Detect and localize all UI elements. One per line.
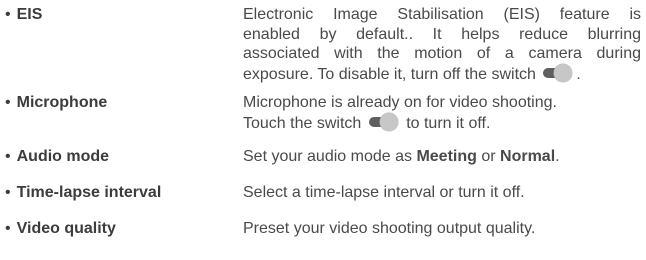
audio-mode-description: Set your audio mode as Meeting or Normal… xyxy=(243,147,641,167)
desc-text: Touch the switch xyxy=(243,114,362,132)
option-normal: Normal xyxy=(500,148,556,165)
desc-text: to turn it off. xyxy=(406,114,491,132)
desc-line: Microphone is already on for video shoot… xyxy=(243,94,557,111)
bullet: • xyxy=(5,220,11,237)
bullet: • xyxy=(5,94,11,111)
toggle-switch-icon xyxy=(542,63,574,82)
desc-line-with-switch: Touch the switch to turn it off. xyxy=(243,112,641,134)
eis-term: • EIS xyxy=(5,5,42,25)
term-label: EIS xyxy=(16,6,43,23)
desc-text: . xyxy=(555,148,560,165)
term-label: Time-lapse interval xyxy=(16,184,162,201)
term-label: Video quality xyxy=(16,220,116,237)
bullet: • xyxy=(5,6,11,23)
video-quality-term: • Video quality xyxy=(5,219,116,239)
desc-text: exposure. To disable it, turn off the sw… xyxy=(243,65,536,83)
desc-line: enabled by default.. It helps reduce blu… xyxy=(243,25,641,43)
desc-line: associated with the motion of a camera d… xyxy=(243,45,641,62)
audio-mode-term: • Audio mode xyxy=(5,147,109,167)
desc-line-with-switch: exposure. To disable it, turn off the sw… xyxy=(243,63,641,85)
option-meeting: Meeting xyxy=(416,148,477,165)
microphone-description: Microphone is already on for video shoot… xyxy=(243,93,641,133)
toggle-knob xyxy=(554,63,573,82)
eis-description: Electronic Image Stabilisation (EIS) fea… xyxy=(243,5,641,84)
video-quality-description: Preset your video shooting output qualit… xyxy=(243,220,536,237)
term-label: Microphone xyxy=(16,94,108,111)
bullet: • xyxy=(5,184,11,201)
toggle-switch-icon xyxy=(368,112,400,131)
desc-text: Set your audio mode as xyxy=(243,148,417,165)
term-label: Audio mode xyxy=(16,148,110,165)
microphone-term: • Microphone xyxy=(5,93,107,113)
time-lapse-term: • Time-lapse interval xyxy=(5,183,161,203)
bullet: • xyxy=(5,148,11,165)
desc-line: Electronic Image Stabilisation (EIS) fea… xyxy=(243,6,641,23)
desc-text: . xyxy=(576,65,581,83)
time-lapse-description: Select a time-lapse interval or turn it … xyxy=(243,184,525,201)
toggle-knob xyxy=(379,112,398,131)
desc-text: or xyxy=(476,148,501,165)
